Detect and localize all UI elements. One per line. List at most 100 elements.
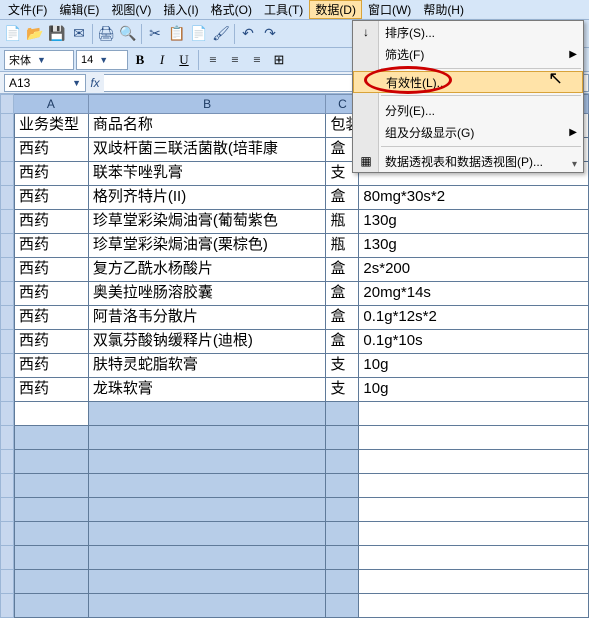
undo-icon[interactable]: ↶ [237, 23, 259, 45]
menu-window[interactable]: 窗口(W) [362, 0, 417, 19]
cell[interactable]: 瓶 [326, 234, 359, 258]
font-name-select[interactable]: 宋体▼ [4, 50, 74, 70]
menu-tools[interactable]: 工具(T) [258, 0, 309, 19]
cell[interactable] [359, 402, 589, 426]
cell[interactable]: 西药 [14, 138, 89, 162]
cell[interactable]: 20mg*14s [359, 282, 589, 306]
cell[interactable]: 0.1g*10s [359, 330, 589, 354]
cell[interactable]: 瓶 [326, 210, 359, 234]
row-header[interactable] [0, 522, 14, 546]
menu-item-filter[interactable]: 筛选(F) ▶ [353, 43, 583, 65]
cell[interactable]: 130g [359, 210, 589, 234]
print-icon[interactable]: 🖨 [95, 23, 117, 45]
cell[interactable] [89, 450, 327, 474]
cell[interactable] [326, 546, 359, 570]
menu-item-sort[interactable]: ↓ 排序(S)... [353, 21, 583, 43]
cell[interactable]: 10g [359, 354, 589, 378]
cell[interactable]: 130g [359, 234, 589, 258]
cell[interactable]: 盒 [326, 258, 359, 282]
copy-icon[interactable]: 📋 [166, 23, 188, 45]
cell[interactable]: 盒 [326, 186, 359, 210]
cut-icon[interactable]: ✂ [144, 23, 166, 45]
italic-button[interactable]: I [152, 50, 172, 70]
cell[interactable]: 格列齐特片(II) [89, 186, 327, 210]
mail-icon[interactable]: ✉ [68, 23, 90, 45]
menu-item-split[interactable]: 分列(E)... [353, 99, 583, 121]
row-header[interactable] [0, 234, 14, 258]
row-header[interactable] [0, 498, 14, 522]
cell[interactable] [359, 450, 589, 474]
open-icon[interactable]: 📂 [24, 23, 46, 45]
cell[interactable]: 西药 [14, 306, 89, 330]
select-all-corner[interactable] [0, 94, 14, 114]
cell[interactable] [326, 570, 359, 594]
cell[interactable]: 肤特灵蛇脂软膏 [89, 354, 327, 378]
cell[interactable] [326, 426, 359, 450]
cell[interactable]: 珍草堂彩染焗油膏(栗棕色) [89, 234, 327, 258]
cell[interactable] [326, 522, 359, 546]
cell[interactable] [14, 426, 89, 450]
menu-edit[interactable]: 编辑(E) [53, 0, 105, 19]
row-header[interactable] [0, 426, 14, 450]
cell[interactable] [359, 474, 589, 498]
cell[interactable] [14, 450, 89, 474]
cell[interactable]: 西药 [14, 258, 89, 282]
row-header[interactable] [0, 186, 14, 210]
cell[interactable]: 西药 [14, 186, 89, 210]
cell[interactable]: 珍草堂彩染焗油膏(葡萄紫色 [89, 210, 327, 234]
cell[interactable]: 支 [326, 354, 359, 378]
menu-help[interactable]: 帮助(H) [417, 0, 470, 19]
row-header[interactable] [0, 594, 14, 618]
cell[interactable] [359, 426, 589, 450]
cell[interactable]: 盒 [326, 306, 359, 330]
menu-item-pivot[interactable]: ▦ 数据透视表和数据透视图(P)... [353, 150, 583, 172]
cell[interactable]: 10g [359, 378, 589, 402]
row-header[interactable] [0, 546, 14, 570]
row-header[interactable] [0, 162, 14, 186]
align-left-icon[interactable]: ≡ [203, 50, 223, 70]
col-header-a[interactable]: A [14, 94, 89, 114]
row-header[interactable] [0, 306, 14, 330]
cell[interactable]: 阿昔洛韦分散片 [89, 306, 327, 330]
cell[interactable] [14, 594, 89, 618]
brush-icon[interactable]: 🖌 [210, 23, 232, 45]
cell[interactable] [14, 474, 89, 498]
cell[interactable]: 商品名称 [89, 114, 327, 138]
cell[interactable] [14, 498, 89, 522]
cell[interactable] [14, 402, 89, 426]
cell[interactable] [359, 522, 589, 546]
cell[interactable] [359, 570, 589, 594]
align-center-icon[interactable]: ≡ [225, 50, 245, 70]
cell[interactable]: 西药 [14, 210, 89, 234]
cell[interactable] [14, 522, 89, 546]
cell[interactable]: 双氯芬酸钠缓释片(迪根) [89, 330, 327, 354]
cell[interactable]: 双歧杆菌三联活菌散(培菲康 [89, 138, 327, 162]
cell[interactable]: 西药 [14, 282, 89, 306]
cell[interactable] [359, 594, 589, 618]
row-header[interactable] [0, 138, 14, 162]
cell[interactable]: 西药 [14, 162, 89, 186]
row-header[interactable] [0, 210, 14, 234]
fx-icon[interactable]: fx [86, 76, 104, 90]
row-header[interactable] [0, 258, 14, 282]
cell[interactable]: 西药 [14, 330, 89, 354]
menu-view[interactable]: 视图(V) [105, 0, 157, 19]
menu-file[interactable]: 文件(F) [2, 0, 53, 19]
cell[interactable]: 西药 [14, 234, 89, 258]
bold-button[interactable]: B [130, 50, 150, 70]
cell[interactable] [326, 474, 359, 498]
row-header[interactable] [0, 354, 14, 378]
cell[interactable] [89, 546, 327, 570]
menu-format[interactable]: 格式(O) [205, 0, 258, 19]
paste-icon[interactable]: 📄 [188, 23, 210, 45]
cell[interactable]: 西药 [14, 354, 89, 378]
cell[interactable]: 支 [326, 378, 359, 402]
cell[interactable] [89, 570, 327, 594]
cell[interactable] [326, 594, 359, 618]
cell[interactable]: 盒 [326, 282, 359, 306]
cell[interactable]: 盒 [326, 330, 359, 354]
row-header[interactable] [0, 282, 14, 306]
save-icon[interactable]: 💾 [46, 23, 68, 45]
col-header-b[interactable]: B [89, 94, 327, 114]
cell[interactable]: 0.1g*12s*2 [359, 306, 589, 330]
